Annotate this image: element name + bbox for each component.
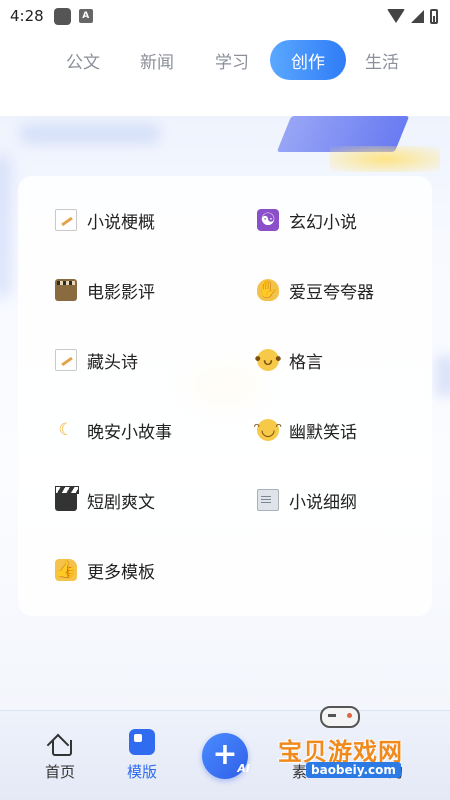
- document-icon: [257, 489, 279, 511]
- template-humor-joke[interactable]: ᵔ◡ᵔ 幽默笑话: [253, 412, 357, 448]
- tab-life[interactable]: 生活: [344, 40, 420, 80]
- template-novel-synopsis[interactable]: 小说梗概: [55, 202, 155, 238]
- app-notification-icon: [53, 7, 71, 25]
- template-grid: 小说梗概 ☯ 玄幻小说 电影影评 ✋ 爱豆夸夸器 藏头诗 •ᴗ• 格言 ☾ 晚安…: [18, 176, 432, 616]
- film-frames-icon: [55, 279, 77, 301]
- nav-templates[interactable]: 模版: [112, 729, 172, 789]
- thinking-face-icon: •ᴗ•: [252, 349, 284, 371]
- decorative-glow: [330, 146, 440, 172]
- template-fantasy-novel[interactable]: ☯ 玄幻小说: [257, 202, 357, 238]
- decorative-blur: [20, 124, 160, 144]
- ai-create-button[interactable]: + AI: [202, 733, 250, 779]
- template-label: 藏头诗: [87, 352, 138, 373]
- template-label: 爱豆夸夸器: [289, 282, 374, 303]
- novel-memo-icon: [55, 209, 77, 231]
- template-novel-outline[interactable]: 小说细纲: [257, 482, 357, 518]
- template-label: 幽默笑话: [289, 422, 357, 443]
- ai-tag: AI: [237, 762, 250, 775]
- template-label: 电影影评: [87, 282, 155, 303]
- template-label: 玄幻小说: [289, 212, 357, 233]
- status-time: 4:28: [10, 7, 44, 25]
- template-label: 小说梗概: [87, 212, 155, 233]
- nav-mine-partial-label[interactable]: 的: [388, 761, 403, 782]
- template-more[interactable]: 👍 更多模板: [55, 552, 155, 588]
- plus-icon: +: [212, 736, 238, 772]
- template-acrostic-poem[interactable]: 藏头诗: [55, 342, 138, 378]
- template-icon: [129, 729, 155, 755]
- wifi-icon: [387, 9, 405, 23]
- category-tabs: 公文 新闻 学习 创作 生活: [0, 40, 450, 80]
- home-icon: [47, 729, 73, 756]
- tab-news[interactable]: 新闻: [119, 40, 195, 80]
- status-indicators: [387, 8, 438, 24]
- template-label: 小说细纲: [289, 492, 357, 513]
- decorative-blur: [436, 356, 450, 396]
- template-label: 格言: [289, 352, 323, 373]
- memo-icon: [55, 349, 77, 371]
- signal-icon: [411, 9, 424, 23]
- nav-templates-label: 模版: [126, 763, 157, 781]
- tab-creation[interactable]: 创作: [270, 40, 346, 80]
- template-label: 更多模板: [87, 562, 155, 583]
- template-bedtime-story[interactable]: ☾ 晚安小故事: [55, 412, 172, 448]
- tab-official-docs[interactable]: 公文: [45, 40, 121, 80]
- template-short-drama[interactable]: 短剧爽文: [55, 482, 155, 518]
- decorative-blur: [0, 156, 10, 296]
- app-a-notification-icon: A: [78, 9, 93, 23]
- yin-yang-icon: ☯: [257, 209, 279, 231]
- giggle-face-icon: ᵔ◡ᵔ: [253, 419, 283, 441]
- template-idol-praise[interactable]: ✋ 爱豆夸夸器: [257, 272, 374, 308]
- tab-study[interactable]: 学习: [194, 40, 270, 80]
- clapper-board-icon: [55, 486, 79, 511]
- status-bar: 4:28 A: [0, 0, 450, 32]
- nav-home-label: 首页: [44, 763, 75, 781]
- template-label: 晚安小故事: [87, 422, 172, 443]
- thumbs-up-icon: 👍: [55, 559, 77, 581]
- template-movie-review[interactable]: 电影影评: [55, 272, 155, 308]
- template-aphorism[interactable]: •ᴗ• 格言: [252, 342, 323, 378]
- nav-item-partial-label[interactable]: 素: [292, 761, 307, 782]
- template-label: 短剧爽文: [87, 492, 155, 513]
- bottom-navigation: 首页 模版 + AI 素 的: [0, 710, 450, 800]
- nav-home[interactable]: 首页: [30, 729, 90, 789]
- crescent-moon-icon: ☾: [58, 419, 74, 440]
- battery-icon: [430, 8, 438, 24]
- love-you-hand-icon: ✋: [257, 279, 279, 301]
